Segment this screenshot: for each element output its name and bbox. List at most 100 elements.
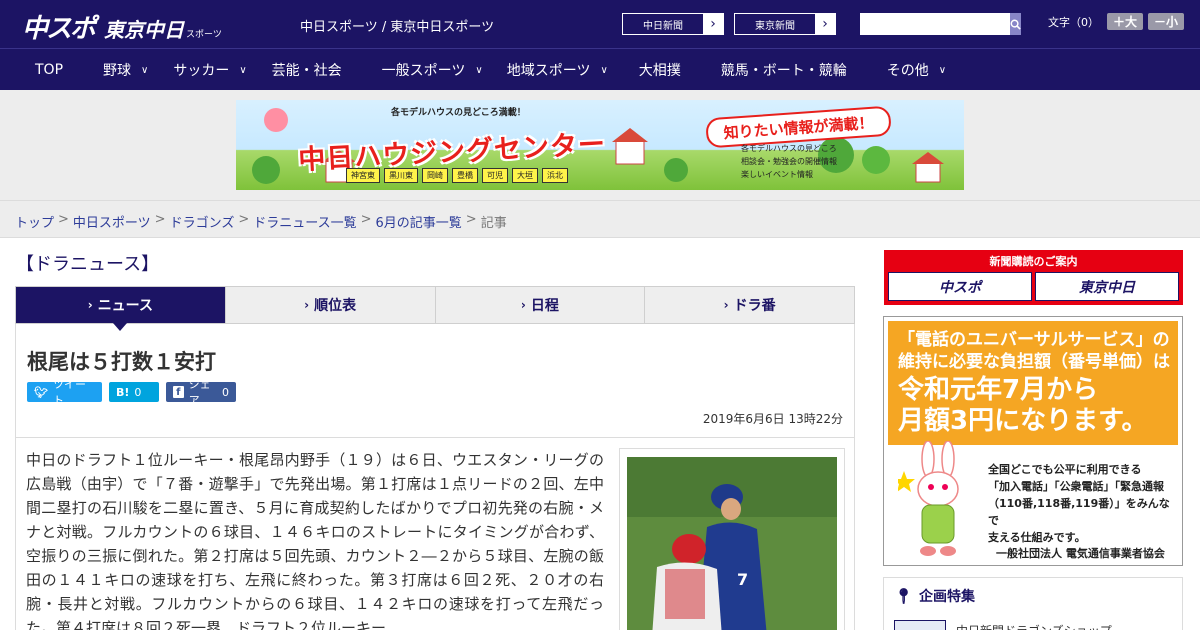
article-body: 中日のドラフト１位ルーキー・根尾昂内野手（１９）は６日、ウエスタン・リーグの広島… <box>26 451 604 630</box>
section-title: 【ドラニュース】 <box>16 254 160 275</box>
nav-item-racing[interactable]: 競馬・ボート・競輪 <box>721 49 847 91</box>
top-header: 中スポ 東京中日 スポーツ 中日スポーツ / 東京中日スポーツ 中日新聞 › 東… <box>0 0 1200 48</box>
breadcrumb: トップ > 中日スポーツ > ドラゴンズ > ドラニュース一覧 > 6月の記事一… <box>15 212 507 231</box>
svg-text:7: 7 <box>737 570 748 589</box>
font-size-label: 文字（0） <box>1048 15 1099 29</box>
banner-city: 大垣 <box>512 168 538 183</box>
chevron-down-icon: ∨ <box>600 64 608 76</box>
nav-item-top[interactable]: TOP <box>35 49 63 91</box>
banner-feature: 楽しいイベント情報 <box>741 170 813 179</box>
breadcrumb-current: 記事 <box>480 216 507 231</box>
logo-chuspo: 中スポ <box>22 14 96 44</box>
font-size-control: 文字（0） ＋大 －小 <box>1048 13 1185 30</box>
tokyo-shimbun-link[interactable]: 東京新聞 › <box>734 13 836 35</box>
site-logo[interactable]: 中スポ 東京中日 スポーツ <box>22 8 222 45</box>
banner-features: 各モデルハウスの見どころ 相談会・勉強会の開催情報 楽しいイベント情報 <box>741 142 837 181</box>
ad-line-1: 「電話のユニバーサルサービス」の 維持に必要な負担額（番号単価）は <box>898 330 1170 372</box>
banner-area: 各モデルハウスの見どころ満載！ 中日ハウジングセンター 知りたい情報が満載！ 各… <box>0 90 1200 200</box>
nav-item-local-sports[interactable]: 地域スポーツ ∨ <box>507 49 608 91</box>
universal-service-ad[interactable]: 「電話のユニバーサルサービス」の 維持に必要な負担額（番号単価）は 令和元年7月… <box>883 316 1183 566</box>
subscription-box[interactable]: 新聞購読のご案内 中スポ 東京中日 <box>884 250 1183 305</box>
share-buttons: 🐦︎ ツイート B! 0 f シェア 0 <box>27 378 243 407</box>
search-input[interactable] <box>860 13 1010 35</box>
article-date: 2019年6月6日 13時22分 <box>702 412 843 426</box>
ad-inner: 「電話のユニバーサルサービス」の 維持に必要な負担額（番号単価）は 令和元年7月… <box>888 321 1178 561</box>
breadcrumb-link[interactable]: トップ <box>15 212 54 231</box>
banner-city: 黒川東 <box>384 168 418 183</box>
chevron-right-icon: › <box>723 298 729 312</box>
hatena-bookmark-button[interactable]: B! 0 <box>109 382 159 402</box>
chevron-down-icon: ∨ <box>141 64 149 76</box>
mascot-rabbit-icon <box>898 441 959 556</box>
article-photo-image: 7 <box>627 457 837 630</box>
news-tabs: › ニュース › 順位表 › 日程 › ドラ番 <box>15 286 855 331</box>
nav-item-general-sports[interactable]: 一般スポーツ ∨ <box>382 49 483 91</box>
subscription-header: 新聞購読のご案内 <box>989 255 1078 268</box>
facebook-count: 0 <box>222 385 229 399</box>
chuspo-subscribe-link[interactable]: 中スポ <box>888 272 1032 301</box>
search-box <box>860 13 1021 35</box>
baseball-player-illustration: 7 <box>627 457 837 630</box>
subscription-logos: 中スポ 東京中日 <box>888 272 1179 301</box>
banner-city: 豊橋 <box>452 168 478 183</box>
banner-city: 神宮東 <box>346 168 380 183</box>
ad-organization: 一般社団法人 電気通信事業者協会 <box>996 547 1165 560</box>
font-larger-button[interactable]: ＋大 <box>1107 13 1144 30</box>
banner-city: 可児 <box>482 168 508 183</box>
breadcrumb-link[interactable]: ドラゴンズ <box>170 212 235 231</box>
banner-city: 岡崎 <box>422 168 448 183</box>
breadcrumb-link[interactable]: ドラニュース一覧 <box>253 212 356 231</box>
banner-cities: 神宮東 黒川東 岡崎 豊橋 可児 大垣 浜北 <box>346 168 572 183</box>
breadcrumb-bar: トップ > 中日スポーツ > ドラゴンズ > ドラニュース一覧 > 6月の記事一… <box>0 200 1200 238</box>
twitter-icon: 🐦︎ <box>34 385 48 399</box>
logo-tokyo-chunichi: 東京中日 <box>104 18 185 42</box>
chevron-right-icon: › <box>520 298 526 312</box>
nav-item-other[interactable]: その他 ∨ <box>887 49 946 91</box>
tokyo-chunichi-subscribe-link[interactable]: 東京中日 <box>1035 272 1179 301</box>
banner-feature: 各モデルハウスの見どころ <box>741 144 837 153</box>
chevron-down-icon: ∨ <box>475 64 483 76</box>
ad-headline-panel: 「電話のユニバーサルサービス」の 維持に必要な負担額（番号単価）は 令和元年7月… <box>888 321 1178 445</box>
facebook-icon: f <box>173 386 184 398</box>
banner-subtitle: 各モデルハウスの見どころ満載！ <box>391 108 526 118</box>
housing-center-banner[interactable]: 各モデルハウスの見どころ満載！ 中日ハウジングセンター 知りたい情報が満載！ 各… <box>236 100 964 190</box>
banner-city: 浜北 <box>542 168 568 183</box>
tweet-button[interactable]: 🐦︎ ツイート <box>27 378 102 407</box>
tab-news[interactable]: › ニュース <box>16 287 226 331</box>
breadcrumb-link[interactable]: 中日スポーツ <box>73 212 151 231</box>
article-headline: 根尾は５打数１安打 <box>27 350 216 374</box>
nav-item-entertainment[interactable]: 芸能・社会 <box>272 49 342 91</box>
chevron-right-icon: › <box>87 298 93 312</box>
nav-item-baseball[interactable]: 野球 ∨ <box>103 49 148 91</box>
chevron-down-icon: ∨ <box>239 64 247 76</box>
facebook-share-button[interactable]: f シェア 0 <box>166 378 236 407</box>
hatena-count: 0 <box>134 385 142 399</box>
article-body-box: 中日のドラフト１位ルーキー・根尾昂内野手（１９）は６日、ウエスタン・リーグの広島… <box>15 437 855 630</box>
tab-dora-ban[interactable]: › ドラ番 <box>645 287 854 323</box>
tab-schedule[interactable]: › 日程 <box>435 287 646 323</box>
special-feature-item[interactable]: 中日新聞ドラゴンズショップ <box>894 620 1112 630</box>
hatena-icon: B! <box>116 385 130 399</box>
main-nav: TOP 野球 ∨ サッカー ∨ 芸能・社会 一般スポーツ ∨ 地域スポーツ ∨ 大相撲 … <box>0 48 1200 90</box>
special-features-box: 📍︎ 企画特集 中日新聞ドラゴンズショップ <box>883 577 1183 630</box>
breadcrumb-link[interactable]: 6月の記事一覧 <box>376 212 462 231</box>
font-smaller-button[interactable]: －小 <box>1148 13 1185 30</box>
banner-feature: 相談会・勉強会の開催情報 <box>741 157 837 166</box>
ad-line-2: 令和元年7月から 月額3円になります。 <box>898 375 1148 436</box>
chevron-right-icon: › <box>304 298 310 312</box>
chunichi-shimbun-link[interactable]: 中日新聞 › <box>622 13 724 35</box>
site-name: 中日スポーツ / 東京中日スポーツ <box>300 20 495 35</box>
dragons-shop-thumbnail <box>894 620 946 630</box>
article-header: 根尾は５打数１安打 🐦︎ ツイート B! 0 f シェア 0 2019年6月6日… <box>15 324 855 438</box>
nav-item-sumo[interactable]: 大相撲 <box>639 49 681 91</box>
chevron-down-icon: ∨ <box>938 64 947 76</box>
search-button[interactable] <box>1010 13 1021 35</box>
search-icon <box>1010 19 1021 30</box>
tab-standings[interactable]: › 順位表 <box>225 287 436 323</box>
nav-item-soccer[interactable]: サッカー ∨ <box>173 49 246 91</box>
article-photo[interactable]: 7 <box>619 448 845 630</box>
chevron-right-icon: › <box>703 14 723 34</box>
ad-body: 全国どこでも公平に利用できる 「加入電話」「公衆電話」「緊急通報 （110番,1… <box>988 463 1170 544</box>
chevron-right-icon: › <box>815 14 835 34</box>
pin-icon: 📍︎ <box>894 587 914 605</box>
